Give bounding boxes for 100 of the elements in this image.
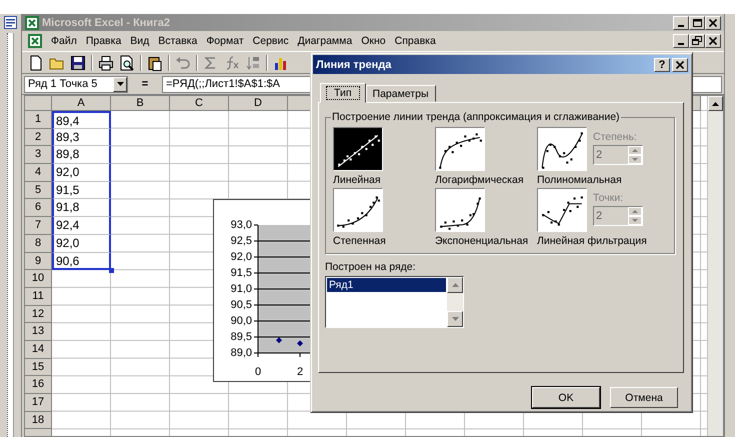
table-cell[interactable]: 89,8 xyxy=(52,146,111,164)
trend-type-label[interactable]: Степенная xyxy=(333,235,386,247)
table-cell[interactable]: 92,4 xyxy=(52,217,111,235)
scroll-down-button[interactable] xyxy=(447,311,463,327)
table-cell[interactable]: 89,3 xyxy=(52,128,111,146)
trend-type-label[interactable]: Экспоненциальная xyxy=(435,235,528,247)
row-header[interactable]: 18 xyxy=(25,412,52,430)
maximize-icon xyxy=(692,18,702,28)
help-button[interactable]: ? xyxy=(654,58,670,72)
select-all-corner[interactable] xyxy=(25,96,52,111)
table-cell[interactable]: 90,6 xyxy=(52,252,111,270)
paste-icon[interactable] xyxy=(147,54,163,70)
vertical-scrollbar[interactable] xyxy=(707,96,723,436)
close-icon xyxy=(708,18,718,28)
row-header[interactable]: 2 xyxy=(25,128,52,146)
table-cell[interactable]: 92,0 xyxy=(52,164,111,182)
power-trend-thumbnail[interactable] xyxy=(333,188,383,232)
save-icon[interactable] xyxy=(70,54,86,70)
trend-type-label[interactable]: Линейная xyxy=(333,174,381,186)
poly-trend-thumbnail[interactable] xyxy=(537,127,587,171)
menu-item[interactable]: Диаграмма xyxy=(298,35,352,47)
row-header[interactable]: 6 xyxy=(25,199,52,218)
sort-icon[interactable] xyxy=(245,54,261,70)
spin-down-icon[interactable] xyxy=(628,155,642,164)
spin-up-icon[interactable] xyxy=(628,146,642,155)
print-icon[interactable] xyxy=(98,54,114,70)
undo-icon[interactable] xyxy=(175,54,191,70)
list-item[interactable]: Ряд1 xyxy=(327,278,446,292)
menu-item[interactable]: Правка xyxy=(86,35,122,47)
menu-item[interactable]: Вставка xyxy=(158,35,198,47)
row-header[interactable]: 17 xyxy=(25,394,52,412)
column-header[interactable]: B xyxy=(111,96,170,111)
trend-type-label[interactable]: Логарифмическая xyxy=(435,174,524,186)
y-tick-label: 92,0 xyxy=(230,251,252,263)
tab[interactable]: Тип xyxy=(320,83,366,103)
table-cell[interactable]: 89,4 xyxy=(52,111,111,129)
data-point xyxy=(297,340,303,346)
print-preview-icon[interactable] xyxy=(119,54,135,70)
trend-type-label[interactable]: Полиномиальная xyxy=(537,174,622,186)
equals-sign[interactable]: = xyxy=(132,78,158,90)
row-header[interactable]: 10 xyxy=(25,270,52,288)
ok-button[interactable]: OK xyxy=(532,387,600,408)
row-header[interactable]: 11 xyxy=(25,288,52,306)
window-title: Microsoft Excel - Книга2 xyxy=(42,16,172,28)
row-header[interactable]: 9 xyxy=(25,252,52,270)
document-icon[interactable] xyxy=(4,16,17,29)
minimize-button[interactable] xyxy=(673,34,689,48)
column-header[interactable]: A xyxy=(52,96,111,111)
fill-handle[interactable] xyxy=(109,268,114,274)
menu-item[interactable]: Сервис xyxy=(252,35,289,47)
exp-trend-thumbnail[interactable] xyxy=(435,188,485,232)
function-icon[interactable] xyxy=(224,54,240,70)
row-header[interactable]: 14 xyxy=(25,340,52,359)
scroll-up-button[interactable] xyxy=(447,277,463,293)
menu-item[interactable]: Вид xyxy=(130,35,150,47)
row-header[interactable]: 1 xyxy=(25,111,52,129)
linear-trend-thumbnail[interactable] xyxy=(333,127,383,171)
row-header[interactable]: 5 xyxy=(25,182,52,200)
row-header[interactable]: 12 xyxy=(25,306,52,324)
row-header[interactable]: 16 xyxy=(25,376,52,394)
row-header[interactable]: 3 xyxy=(25,146,52,164)
scroll-up-button[interactable] xyxy=(708,96,723,111)
row-header[interactable]: 15 xyxy=(25,358,52,376)
workbook-icon[interactable] xyxy=(28,34,42,48)
close-button[interactable] xyxy=(672,58,688,72)
menu-item[interactable]: Окно xyxy=(361,35,386,47)
menu-item[interactable]: Файл xyxy=(51,35,77,47)
moving-trend-thumbnail[interactable] xyxy=(537,188,587,232)
close-icon xyxy=(675,60,685,70)
restore-button[interactable] xyxy=(689,34,705,48)
series-list[interactable]: Ряд1 xyxy=(325,276,464,328)
x-tick-label: 2 xyxy=(296,366,304,378)
y-tick-label: 91,5 xyxy=(230,267,252,279)
row-header[interactable]: 7 xyxy=(25,217,52,235)
minimize-icon xyxy=(678,43,684,45)
table-cell[interactable]: 92,0 xyxy=(52,234,111,252)
new-file-icon[interactable] xyxy=(28,54,44,70)
close-button[interactable] xyxy=(705,16,721,30)
dropdown-button[interactable] xyxy=(113,76,127,92)
spreadsheet-icon[interactable] xyxy=(25,16,39,30)
spin-up-icon[interactable] xyxy=(628,207,642,216)
column-header[interactable]: D xyxy=(229,96,288,111)
x-axis xyxy=(258,352,310,358)
row-header[interactable]: 8 xyxy=(25,234,52,252)
menu-item[interactable]: Формат xyxy=(206,35,244,47)
maximize-button[interactable] xyxy=(689,16,705,30)
table-cell[interactable]: 91,5 xyxy=(52,182,111,200)
close-button[interactable] xyxy=(705,34,721,48)
log-trend-thumbnail[interactable] xyxy=(435,127,485,171)
minimize-button[interactable] xyxy=(673,16,689,30)
row-header[interactable]: 13 xyxy=(25,323,52,341)
menu-item[interactable]: Справка xyxy=(394,35,436,47)
row-header[interactable]: 4 xyxy=(25,164,52,182)
trend-type-label[interactable]: Линейная фильтрация xyxy=(537,235,647,247)
spin-down-icon[interactable] xyxy=(628,216,642,225)
table-cell[interactable]: 91,8 xyxy=(52,199,111,218)
tab[interactable]: Параметры xyxy=(366,85,436,102)
name-box[interactable]: Ряд 1 Точка 5 xyxy=(24,76,128,92)
cancel-button[interactable]: Отмена xyxy=(610,387,678,408)
column-header[interactable]: C xyxy=(170,96,229,111)
